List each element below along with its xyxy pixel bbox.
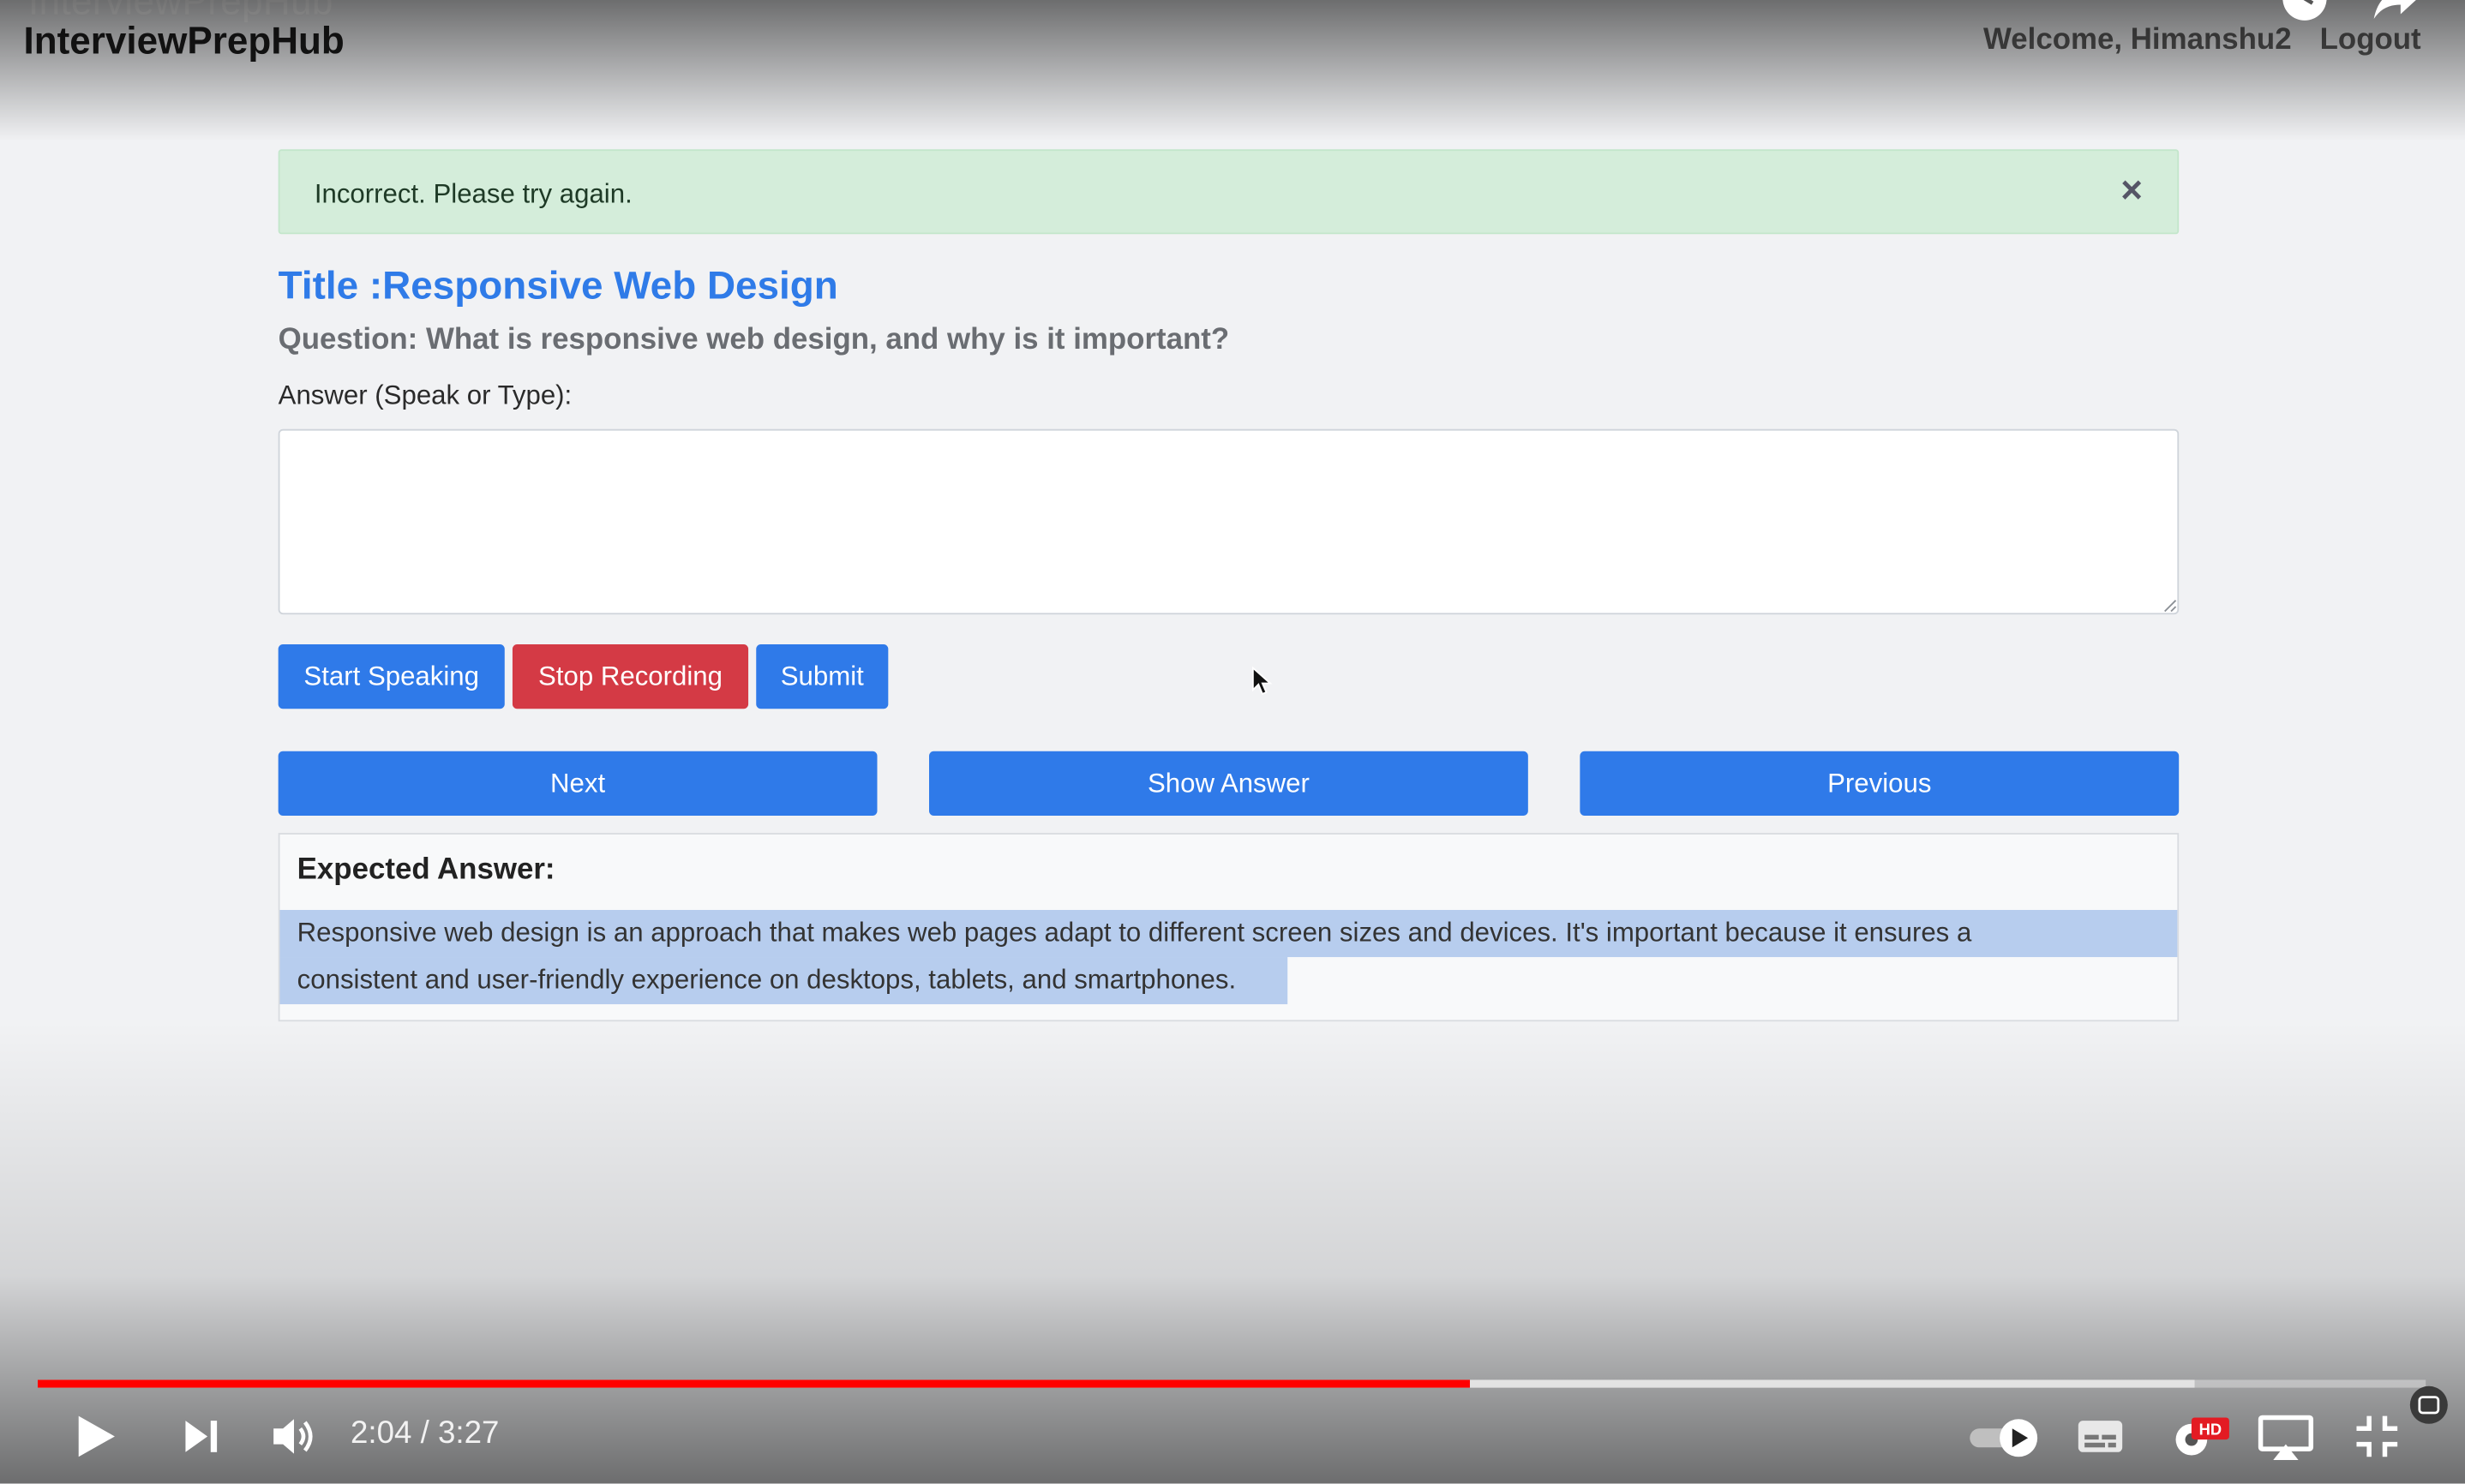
expected-answer-heading: Expected Answer: [297,853,555,887]
logout-link[interactable]: Logout [2320,24,2421,58]
expected-answer-line: consistent and user-friendly experience … [279,957,1288,1005]
video-frame: InterviewPrepHub InterviewPrepHub Welcom… [0,0,2465,1484]
close-icon[interactable]: × [2120,172,2143,211]
airplay-icon[interactable] [2258,1415,2314,1462]
answer-label: Answer (Speak or Type): [278,380,573,410]
next-button[interactable]: Next [278,751,878,816]
previous-button[interactable]: Previous [1580,751,2180,816]
play-icon[interactable] [75,1415,117,1458]
feedback-alert: Incorrect. Please try again. × [278,149,2180,235]
resize-grip-icon[interactable] [2163,599,2178,613]
clock-icon[interactable] [2281,0,2328,22]
stop-recording-button[interactable]: Stop Recording [512,644,749,709]
subtitles-icon[interactable] [2077,1419,2124,1453]
share-icon[interactable] [2372,0,2420,22]
welcome-text: Welcome, Himanshu2 [1983,23,2292,57]
progress-bar[interactable] [38,1379,2426,1388]
question-text: Question: What is responsive web design,… [278,323,1230,357]
screenshot-icon[interactable] [2408,1385,2450,1426]
progress-played [38,1379,1471,1388]
alert-message: Incorrect. Please try again. [314,179,633,209]
bottom-gradient [0,1021,2465,1484]
top-gradient [0,0,2465,142]
start-speaking-button[interactable]: Start Speaking [278,644,505,709]
autoplay-toggle-icon[interactable] [1968,1417,2040,1458]
mouse-cursor-icon [1251,666,1273,695]
next-icon[interactable] [184,1419,219,1453]
expected-answer-panel: Expected Answer: Responsive web design i… [278,833,2180,1022]
settings-icon[interactable]: HD [2169,1415,2232,1462]
exit-fullscreen-icon[interactable] [2355,1415,2399,1458]
show-answer-button[interactable]: Show Answer [929,751,1528,816]
time-display: 2:04 / 3:27 [351,1415,500,1451]
user-nav: Welcome, Himanshu2 Logout [1983,24,2421,58]
hd-badge: HD [2199,1421,2222,1439]
question-title: Title :Responsive Web Design [278,264,838,308]
submit-button[interactable]: Submit [756,644,889,709]
answer-textarea[interactable] [278,428,2180,615]
brand-logo[interactable]: InterviewPrepHub [24,21,345,64]
volume-icon[interactable] [272,1416,315,1457]
expected-answer-text: Responsive web design is an approach tha… [279,910,2178,1005]
expected-answer-line: Responsive web design is an approach tha… [279,910,2178,958]
